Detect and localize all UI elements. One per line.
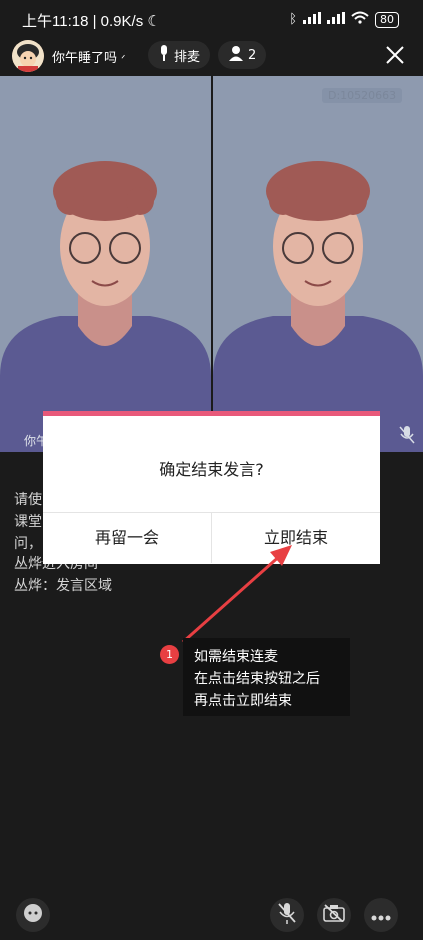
callout-line: 如需结束连麦	[194, 649, 278, 665]
camera-off-icon	[323, 904, 345, 926]
callout-line: 再点击立即结束	[194, 693, 292, 709]
more-icon	[371, 906, 391, 925]
annotation-arrow	[182, 545, 292, 644]
annotation-callout: 如需结束连麦 在点击结束按钮之后 再点击立即结束	[183, 638, 350, 716]
chat-bubble-icon	[23, 903, 43, 927]
camera-toggle-button[interactable]	[317, 898, 351, 932]
more-button[interactable]	[364, 898, 398, 932]
callout-line: 在点击结束按钮之后	[194, 671, 320, 687]
annotation-badge: 1	[160, 645, 179, 664]
mic-off-icon	[278, 902, 296, 928]
mic-toggle-button[interactable]	[270, 898, 304, 932]
chat-button[interactable]	[16, 898, 50, 932]
